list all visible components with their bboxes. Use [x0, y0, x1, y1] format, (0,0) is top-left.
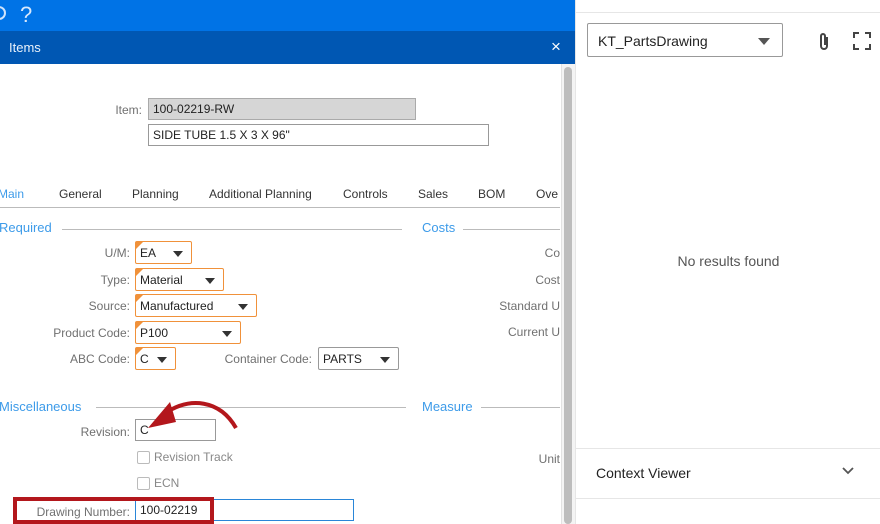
container-code-label: Container Code: [224, 352, 312, 366]
chevron-down-icon [238, 304, 248, 310]
chevron-down-icon [758, 38, 770, 45]
um-label: U/M: [104, 246, 130, 260]
costs-label-2: Cost [535, 273, 560, 287]
product-code-value: P100 [140, 326, 169, 340]
divider [62, 229, 402, 230]
item-label: Item: [115, 103, 142, 117]
type-value: Material [140, 273, 183, 287]
chevron-down-icon [173, 251, 183, 257]
document-type-dropdown[interactable]: KT_PartsDrawing [587, 23, 783, 57]
chevron-down-icon[interactable] [842, 467, 854, 475]
revision-track-checkbox[interactable] [137, 451, 150, 464]
context-viewer-title[interactable]: Context Viewer [596, 465, 691, 481]
divider [576, 448, 880, 449]
scrollbar-thumb[interactable] [564, 67, 572, 524]
container-code-value: PARTS [323, 352, 362, 366]
items-form-panel: ? Items × Item: 100-02219-RW SIDE TUBE 1… [0, 0, 575, 524]
help-icon[interactable]: ? [20, 2, 32, 28]
abc-code-select[interactable]: C [135, 347, 176, 370]
divider [481, 407, 560, 408]
section-costs-title: Costs [422, 220, 456, 235]
tab-planning[interactable]: Planning [132, 187, 179, 201]
costs-label-1: Co [544, 246, 560, 260]
revision-label: Revision: [80, 425, 130, 439]
tab-main[interactable]: Main [0, 187, 24, 201]
divider [576, 498, 880, 499]
um-select[interactable]: EA [135, 241, 192, 264]
container-code-select[interactable]: PARTS [318, 347, 399, 370]
chevron-down-icon [205, 278, 215, 284]
source-value: Manufactured [140, 299, 214, 313]
abc-code-value: C [140, 352, 149, 366]
tab-sales[interactable]: Sales [418, 187, 448, 201]
product-code-select[interactable]: P100 [135, 321, 241, 344]
close-icon[interactable]: × [551, 37, 561, 57]
paperclip-icon[interactable] [817, 31, 831, 51]
chevron-down-icon [157, 357, 167, 363]
source-label: Source: [88, 299, 130, 313]
settings-icon[interactable] [0, 6, 6, 20]
ecn-checkbox[interactable] [137, 477, 150, 490]
tab-bar: Main General Planning Additional Plannin… [0, 182, 560, 208]
divider [576, 12, 880, 13]
window-title: Items [9, 40, 41, 55]
chevron-down-icon [380, 357, 390, 363]
divider [463, 229, 560, 230]
item-code-field[interactable]: 100-02219-RW [148, 98, 416, 120]
document-side-panel: KT_PartsDrawing No results found Context… [575, 0, 880, 524]
resize-handle[interactable] [0, 437, 2, 461]
section-miscellaneous-title: Miscellaneous [0, 399, 82, 414]
chevron-down-icon [222, 331, 232, 337]
costs-label-3: Standard U [499, 299, 560, 313]
top-toolbar: ? [0, 0, 575, 31]
source-select[interactable]: Manufactured [135, 294, 257, 317]
section-required-title: Required [0, 220, 52, 235]
type-label: Type: [100, 273, 130, 287]
tab-additional-planning[interactable]: Additional Planning [209, 187, 312, 201]
type-select[interactable]: Material [135, 268, 224, 291]
section-measure-title: Measure [422, 399, 473, 414]
costs-label-4: Current U [507, 325, 560, 339]
um-value: EA [140, 246, 157, 260]
measure-unit-label: Unit [538, 452, 560, 466]
tab-general[interactable]: General [59, 187, 102, 201]
item-description-field[interactable]: SIDE TUBE 1.5 X 3 X 96" [148, 124, 489, 146]
ecn-label: ECN [154, 476, 180, 490]
window-titlebar: Items × [0, 31, 575, 64]
product-code-label: Product Code: [53, 326, 130, 340]
no-results-message: No results found [677, 253, 780, 269]
document-type-value: KT_PartsDrawing [598, 33, 708, 49]
revision-track-label: Revision Track [154, 450, 233, 464]
fullscreen-icon[interactable] [853, 32, 871, 50]
tab-controls[interactable]: Controls [343, 187, 388, 201]
tab-overflow[interactable]: Ove [536, 187, 558, 201]
abc-code-label: ABC Code: [69, 352, 130, 366]
annotation-arrow-icon [148, 401, 238, 430]
highlight-box [13, 497, 214, 524]
tab-bom[interactable]: BOM [478, 187, 505, 201]
